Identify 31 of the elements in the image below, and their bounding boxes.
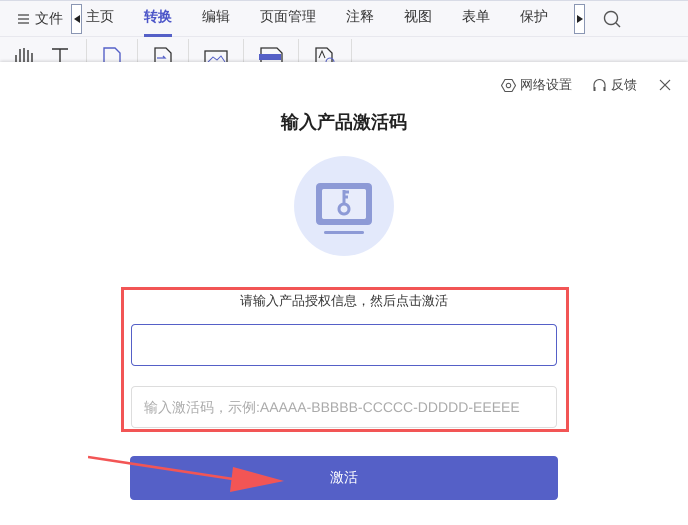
feedback-label[interactable]: 反馈 xyxy=(611,76,637,94)
ribbon-tab[interactable]: 主页 xyxy=(86,0,114,36)
network-settings-label[interactable]: 网络设置 xyxy=(520,76,572,94)
monitor-key-icon xyxy=(294,156,394,256)
scroll-right-button[interactable] xyxy=(574,4,585,34)
input-field[interactable] xyxy=(131,324,557,366)
ribbon-tab[interactable]: 视图 xyxy=(404,0,432,36)
ribbon-tab[interactable]: 表单 xyxy=(462,0,490,36)
convert-document-icon[interactable] xyxy=(152,47,174,63)
network-settings-link[interactable]: 网络设置 xyxy=(501,76,572,94)
document-icon[interactable] xyxy=(101,47,123,63)
search-icon[interactable] xyxy=(603,10,621,28)
scroll-left-button[interactable] xyxy=(71,4,82,34)
caret-right-icon xyxy=(576,14,582,22)
caret-left-icon xyxy=(74,14,80,22)
ribbon-tab[interactable]: 编辑 xyxy=(202,0,230,36)
ribbon-tab[interactable]: 页面管理 xyxy=(260,0,316,36)
dialog-title: 输入产品激活码 xyxy=(281,111,407,134)
activate-button[interactable]: 激活 xyxy=(130,456,558,500)
font-document-icon[interactable] xyxy=(313,47,337,63)
file-menu[interactable]: 文件 xyxy=(18,10,63,28)
file-menu-label[interactable]: 文件 xyxy=(35,10,63,28)
menu-icon xyxy=(18,14,29,24)
ribbon-tab[interactable]: 注释 xyxy=(346,0,374,36)
instruction-text: 请输入产品授权信息，然后点击激活 xyxy=(240,292,448,310)
feedback-link[interactable]: 反馈 xyxy=(592,76,637,94)
settings-icon xyxy=(501,78,516,92)
headset-icon xyxy=(592,78,607,92)
ribbon-tab[interactable]: 保护 xyxy=(520,0,548,36)
ribbon-tab[interactable]: 转换 xyxy=(144,0,172,36)
close-icon[interactable] xyxy=(659,79,671,91)
